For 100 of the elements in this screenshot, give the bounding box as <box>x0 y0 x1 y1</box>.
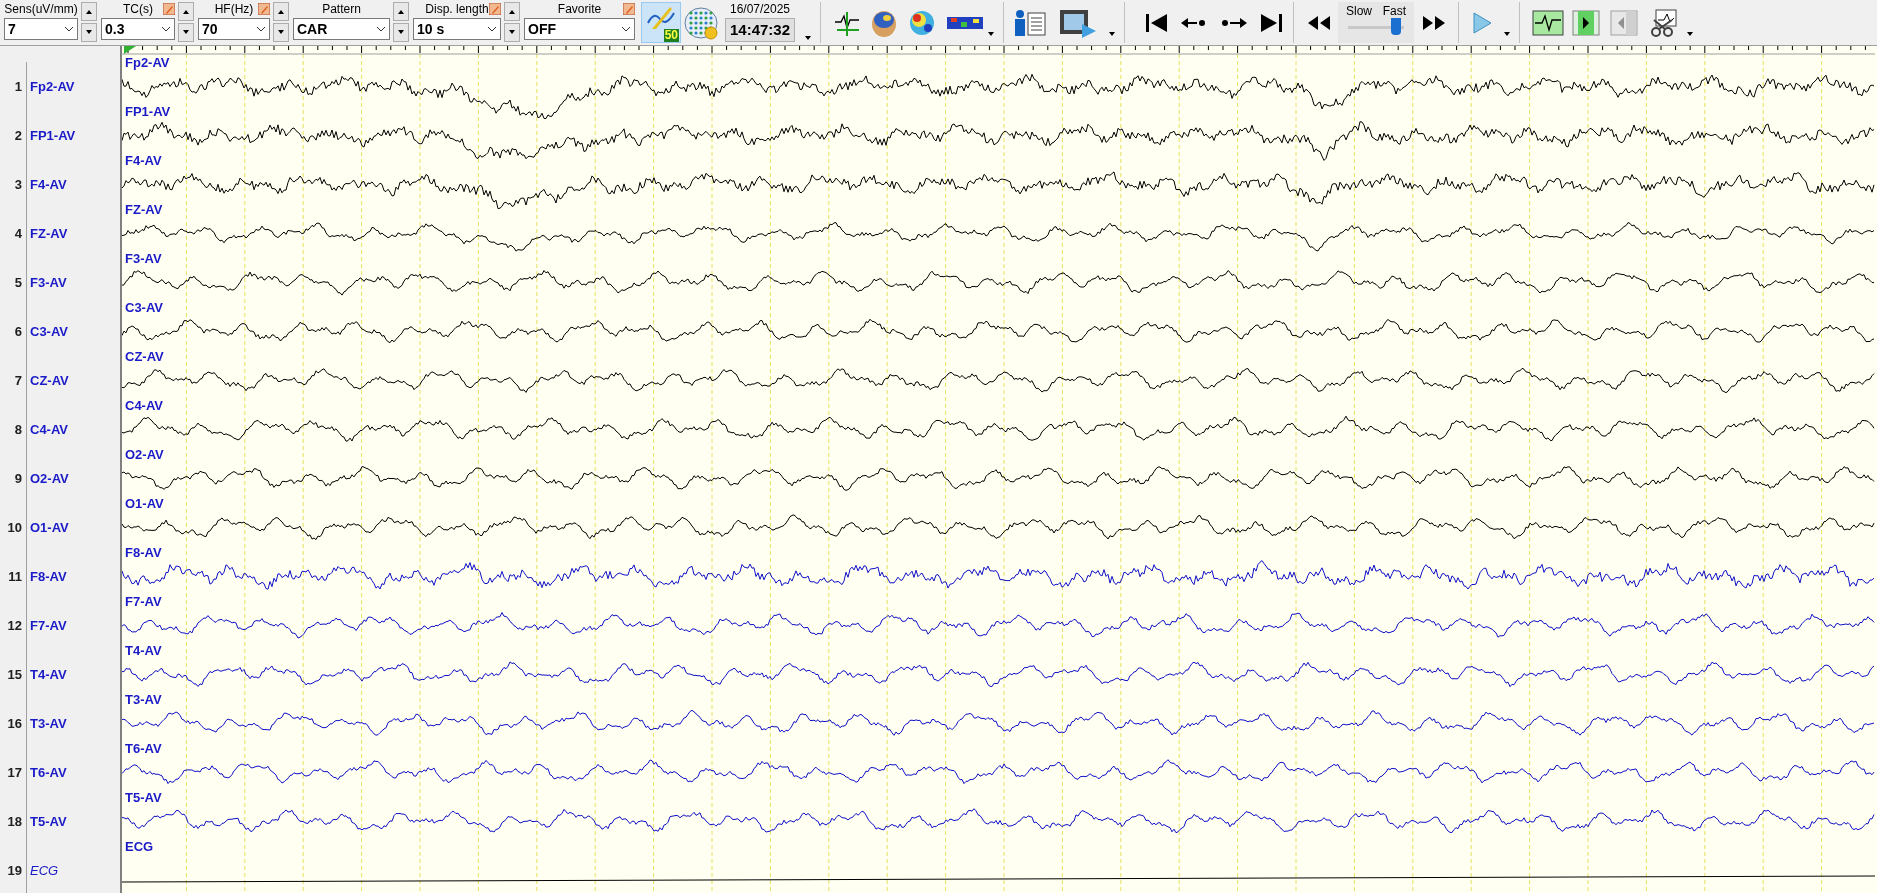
filter-wave-icon[interactable] <box>646 5 676 31</box>
down-arrow-icon[interactable] <box>277 30 285 35</box>
channel-label: T4-AV <box>26 650 67 699</box>
up-arrow-icon[interactable] <box>182 9 190 14</box>
down-arrow-icon[interactable] <box>508 30 516 35</box>
down-arrow-icon[interactable] <box>85 30 93 35</box>
channel-number: 11 <box>7 567 22 586</box>
up-arrow-icon[interactable] <box>277 9 285 14</box>
caret-icon[interactable] <box>987 31 995 37</box>
chevron-down-icon[interactable] <box>376 26 386 32</box>
trace-label: C4-AV <box>125 399 164 413</box>
control-label: HF(Hz) <box>214 1 254 18</box>
dropdown[interactable]: 0.3 <box>101 18 175 40</box>
down-arrow-icon[interactable] <box>397 30 405 35</box>
channel-number: 4 <box>13 224 22 243</box>
spin-up-button[interactable] <box>393 2 409 21</box>
channel-label: F7-AV <box>26 601 67 650</box>
chevron-down-icon[interactable] <box>161 26 171 32</box>
chevron-down-icon[interactable] <box>621 26 631 32</box>
channel-label: F8-AV <box>26 552 67 601</box>
filter-toggle-button[interactable]: 50 <box>641 2 681 43</box>
spin-down-button[interactable] <box>273 23 289 42</box>
caret-icon[interactable] <box>804 35 812 41</box>
dropdown[interactable]: 70 <box>198 18 270 40</box>
channel-label: F4-AV <box>26 160 67 209</box>
video-play-icon[interactable] <box>1058 7 1098 38</box>
channel-number: 7 <box>13 371 22 390</box>
dropdown[interactable]: CAR <box>293 18 390 40</box>
caret-icon[interactable] <box>1686 31 1694 37</box>
channel-number: 3 <box>13 175 22 194</box>
up-arrow-icon[interactable] <box>508 9 516 14</box>
caret-icon[interactable] <box>1108 31 1116 37</box>
spin-down-button[interactable] <box>178 23 194 42</box>
channel-number: 17 <box>6 763 22 782</box>
channel-number: 10 <box>6 518 22 537</box>
channel-number: 19 <box>6 861 22 880</box>
dropdown[interactable]: 7 <box>4 18 78 40</box>
page-forward-icon[interactable] <box>1572 7 1600 38</box>
control-label: Disp. length <box>425 1 489 18</box>
trace-label: O2-AV <box>125 448 164 462</box>
channel-number: 12 <box>6 616 22 635</box>
spin-up-button[interactable] <box>504 2 520 21</box>
waveform-view-icon[interactable] <box>1532 7 1564 38</box>
spin-down-button[interactable] <box>393 23 409 42</box>
trace-label: T5-AV <box>125 791 162 805</box>
channel-number: 6 <box>13 322 22 341</box>
dropdown[interactable]: OFF <box>524 18 635 40</box>
electrode-settings-icon[interactable] <box>683 5 719 41</box>
channel-label: C4-AV <box>26 405 69 454</box>
channel-number: 9 <box>13 469 22 488</box>
channel-number: 15 <box>6 665 22 684</box>
trace-label: T4-AV <box>125 644 162 658</box>
channel-number: 18 <box>6 812 22 831</box>
up-arrow-icon[interactable] <box>85 9 93 14</box>
trace-label: F7-AV <box>125 595 162 609</box>
channel-label: FZ-AV <box>26 209 68 258</box>
spin-up-button[interactable] <box>178 2 194 21</box>
channel-label: T6-AV <box>26 748 67 797</box>
caret-icon[interactable] <box>1503 31 1511 37</box>
spin-up-button[interactable] <box>273 2 289 21</box>
slider-thumb[interactable] <box>1390 18 1401 35</box>
down-arrow-icon[interactable] <box>182 30 190 35</box>
channel-label: F3-AV <box>26 258 67 307</box>
channel-label: FP1-AV <box>26 111 76 160</box>
speed-slider[interactable]: Slow Fast <box>1338 2 1414 43</box>
spin-down-button[interactable] <box>81 23 97 42</box>
spin-up-button[interactable] <box>81 2 97 21</box>
channel-label: T5-AV <box>26 797 67 846</box>
control-label: Favorite <box>557 1 602 18</box>
chevron-down-icon[interactable] <box>487 26 497 32</box>
channel-label: O2-AV <box>26 454 69 503</box>
channel-number: 2 <box>13 126 22 145</box>
trace-label: T3-AV <box>125 693 162 707</box>
channel-label: T3-AV <box>26 699 67 748</box>
control-label: TC(s) <box>123 1 153 18</box>
chevron-down-icon[interactable] <box>64 26 74 32</box>
control-label: Sens(uV/mm) <box>4 1 78 18</box>
trace-label: F4-AV <box>125 154 162 168</box>
trace-label: CZ-AV <box>125 350 164 364</box>
channel-label: O1-AV <box>26 503 69 552</box>
channel-number: 5 <box>13 273 22 292</box>
trace-label: O1-AV <box>125 497 164 511</box>
up-arrow-icon[interactable] <box>397 9 405 14</box>
channel-number: 8 <box>13 420 22 439</box>
channel-label: CZ-AV <box>26 356 69 405</box>
page-back-icon[interactable] <box>1610 7 1638 38</box>
channel-label: Fp2-AV <box>26 62 75 111</box>
trace-label: Fp2-AV <box>125 56 170 70</box>
spin-down-button[interactable] <box>504 23 520 42</box>
time-display: 14:47:32 <box>724 18 795 42</box>
dropdown[interactable]: 10 s <box>413 18 501 40</box>
trace-label: ECG <box>125 840 154 854</box>
date-text: 16/07/2025 <box>729 1 791 18</box>
chevron-down-icon[interactable] <box>256 26 266 32</box>
channel-number: 16 <box>6 714 22 733</box>
trace-label: F8-AV <box>125 546 162 560</box>
patient-info-icon[interactable] <box>1012 7 1048 38</box>
slider-label: Slow <box>1346 3 1372 20</box>
channel-label: ECG <box>26 846 59 893</box>
trace-label: C3-AV <box>125 301 164 315</box>
